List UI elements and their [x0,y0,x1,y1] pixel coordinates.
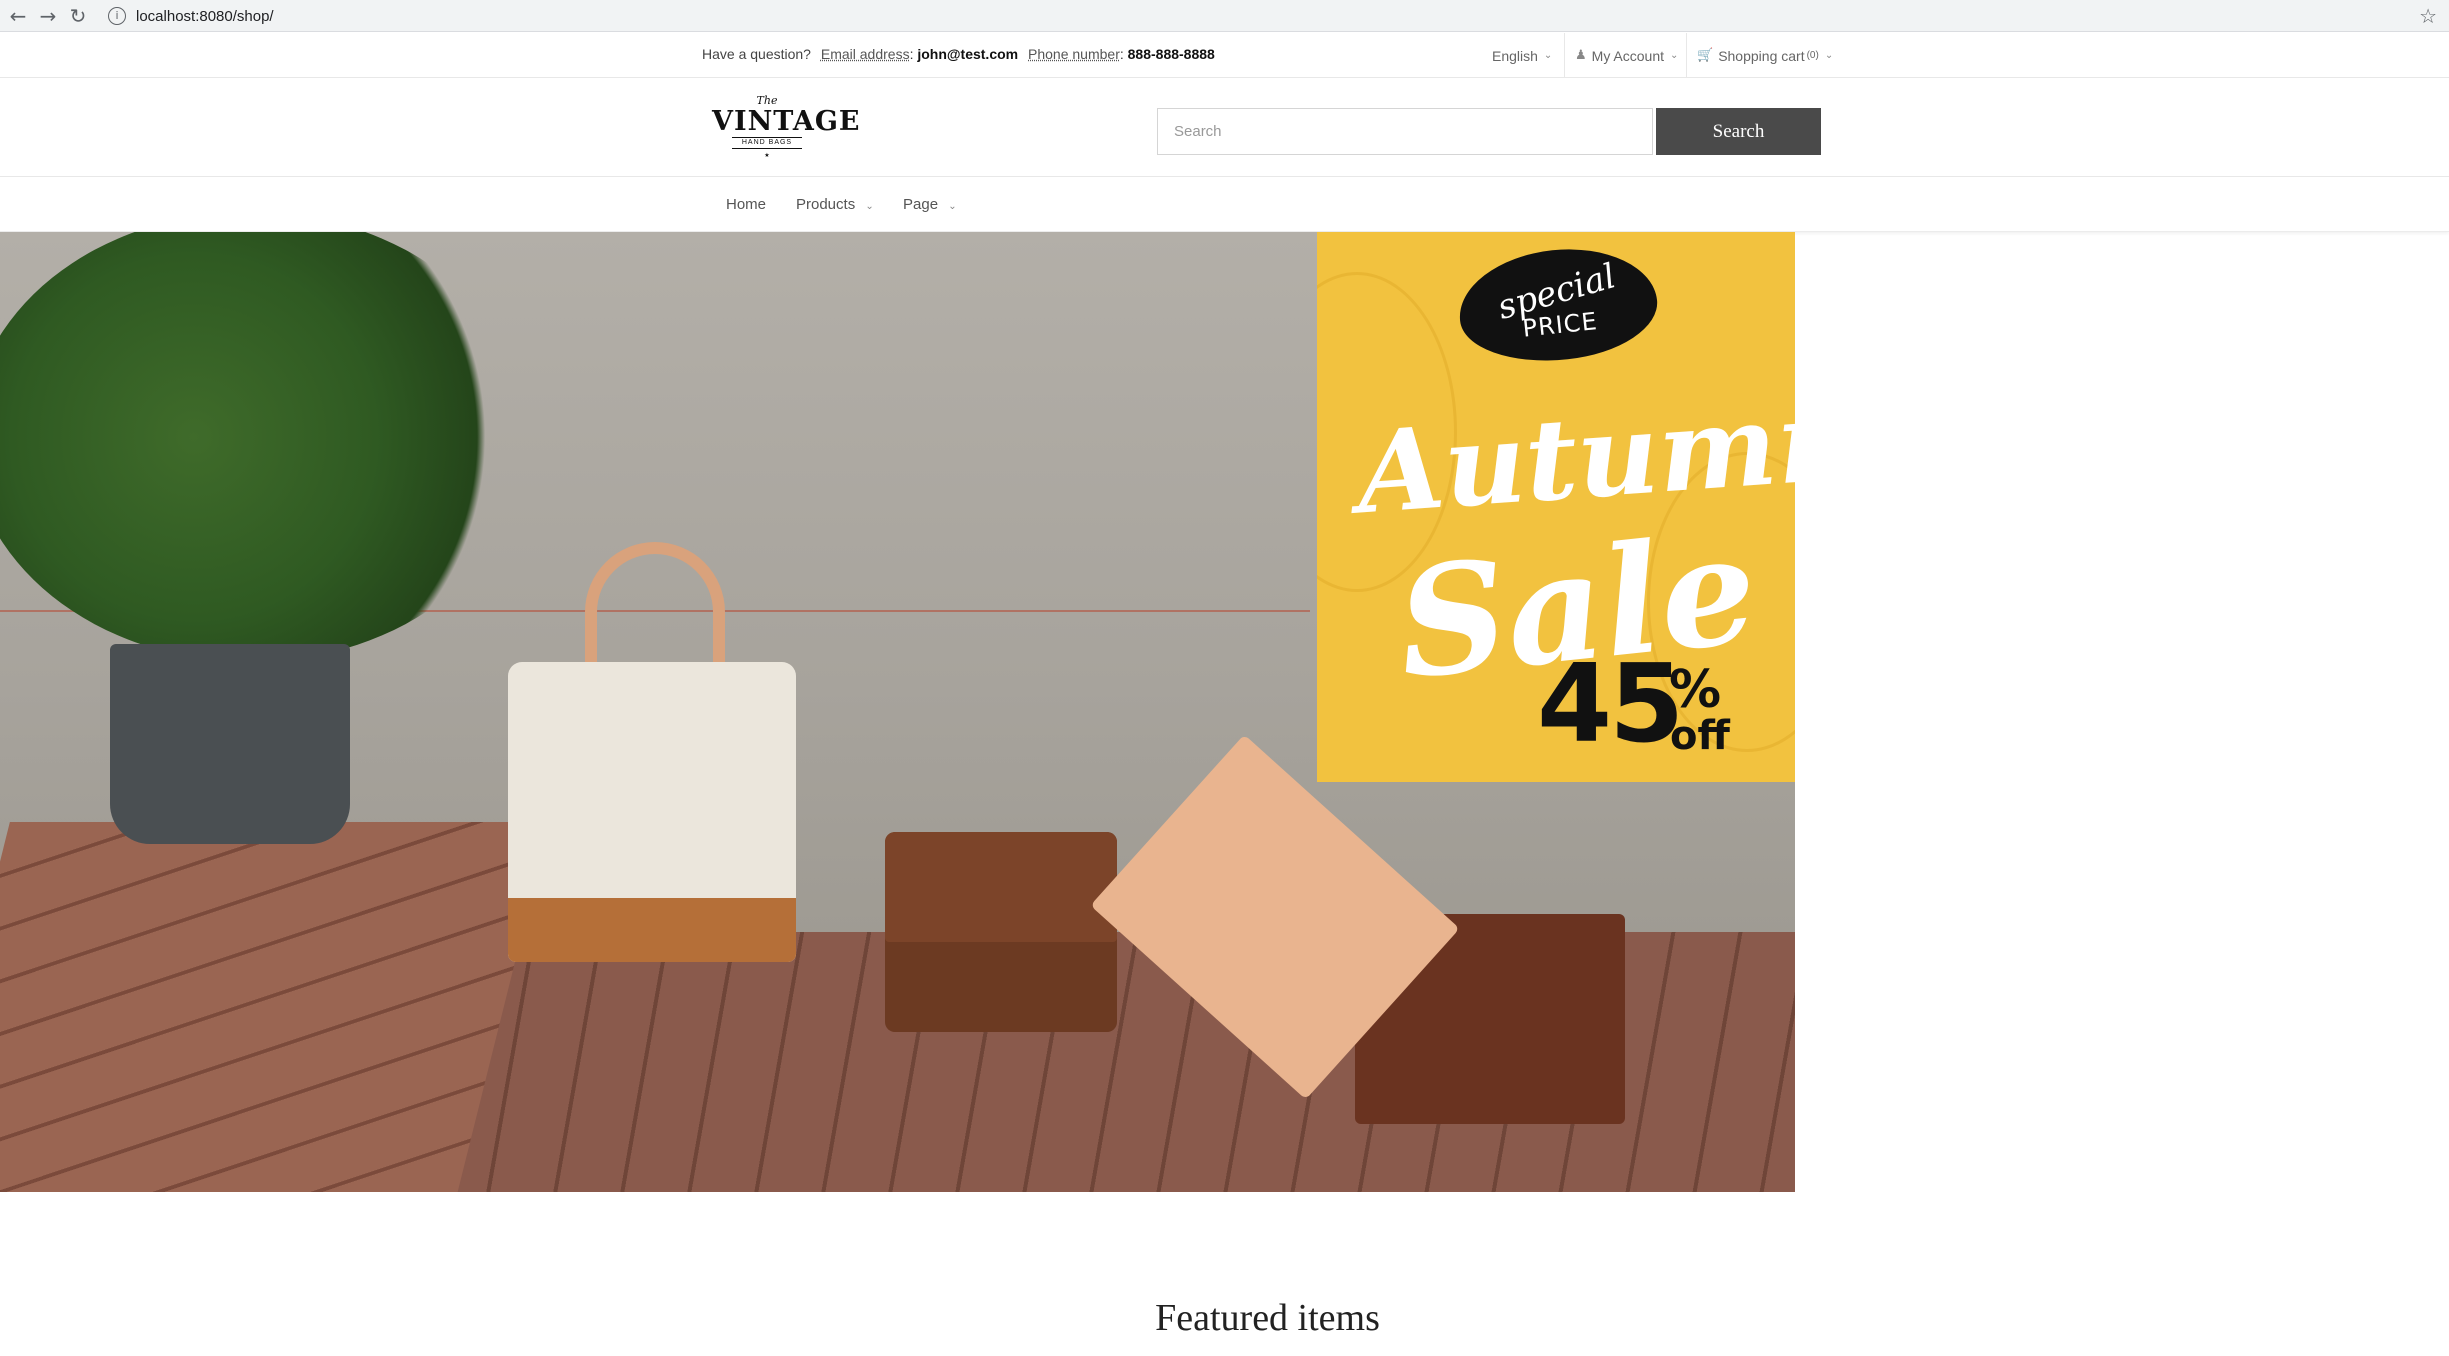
chevron-down-icon: ⌄ [1670,50,1679,61]
wooden-step [0,822,550,1192]
nav-item-label: Home [726,196,767,213]
back-icon[interactable]: ← [6,4,30,28]
url-text[interactable]: localhost:8080/shop/ [136,8,274,25]
logo-star-icon: ★ [764,153,770,159]
nav-item-label: Products [796,196,856,213]
phone-label: Phone number [1028,46,1120,62]
email-value[interactable]: john@test.com [917,46,1018,62]
reload-icon[interactable]: ↻ [66,4,90,28]
tote-bag-image [508,662,796,962]
special-price-badge: special PRICE [1453,239,1663,371]
featured-items-heading: Featured items [1155,1297,1380,1339]
cart-icon: 🛒 [1697,48,1714,63]
off-text: off [1670,713,1730,759]
phone-value[interactable]: 888-888-8888 [1128,46,1215,62]
nav-item-products[interactable]: Products ⌄ [796,196,874,213]
hero-banner[interactable]: special PRICE Autumn Sale 45 % off [0,232,1795,1192]
forward-icon[interactable]: → [36,4,60,28]
cart-dropdown[interactable]: 🛒 Shopping cart (0) ⌄ [1686,33,1843,78]
search-input[interactable] [1157,108,1653,155]
satchel-bag-image [885,832,1117,1032]
discount-value: 45 [1537,642,1684,767]
logo-sub: HAND BAGS [732,137,802,149]
email-label: Email address [820,46,910,62]
cart-count: (0) [1806,50,1819,61]
main-navigation: Home Products ⌄ Page ⌄ [0,178,2449,232]
percent-sign: % [1669,660,1722,720]
browser-toolbar: ← → ↻ i localhost:8080/shop/ ☆ [0,0,2449,32]
nav-item-label: Page [903,196,939,213]
user-icon: ♟ [1575,48,1587,63]
info-icon[interactable]: i [108,7,126,25]
top-info-bar: Have a question? Email address: john@tes… [0,33,2449,78]
promo-panel[interactable]: special PRICE Autumn Sale 45 % off [1317,232,1795,782]
star-icon[interactable]: ☆ [2419,4,2437,28]
contact-info: Have a question? Email address: john@tes… [702,46,1215,62]
question-text: Have a question? [702,46,811,62]
chevron-down-icon: ⌄ [1824,50,1834,61]
chevron-down-icon: ⌄ [865,201,874,212]
chevron-down-icon: ⌄ [1543,50,1553,61]
cart-label: Shopping cart [1718,47,1805,64]
chevron-down-icon: ⌄ [948,201,957,212]
logo-name: VINTAGE [712,106,861,137]
nav-item-page[interactable]: Page ⌄ [903,196,957,213]
language-dropdown[interactable]: English ⌄ [1482,33,1562,78]
satchel-flap [885,832,1117,942]
nav-item-home[interactable]: Home [726,196,766,213]
tote-bag-bottom [508,898,796,962]
site-logo[interactable]: The VINTAGE HAND BAGS ★ [712,95,861,167]
site-header: The VINTAGE HAND BAGS ★ Search [0,79,2449,177]
plant-pot [110,644,350,844]
search-button[interactable]: Search [1656,108,1821,155]
account-dropdown[interactable]: ♟ My Account ⌄ [1564,33,1688,78]
language-label: English [1492,47,1538,64]
account-label: My Account [1591,47,1665,64]
address-bar[interactable]: i localhost:8080/shop/ [100,3,2400,29]
